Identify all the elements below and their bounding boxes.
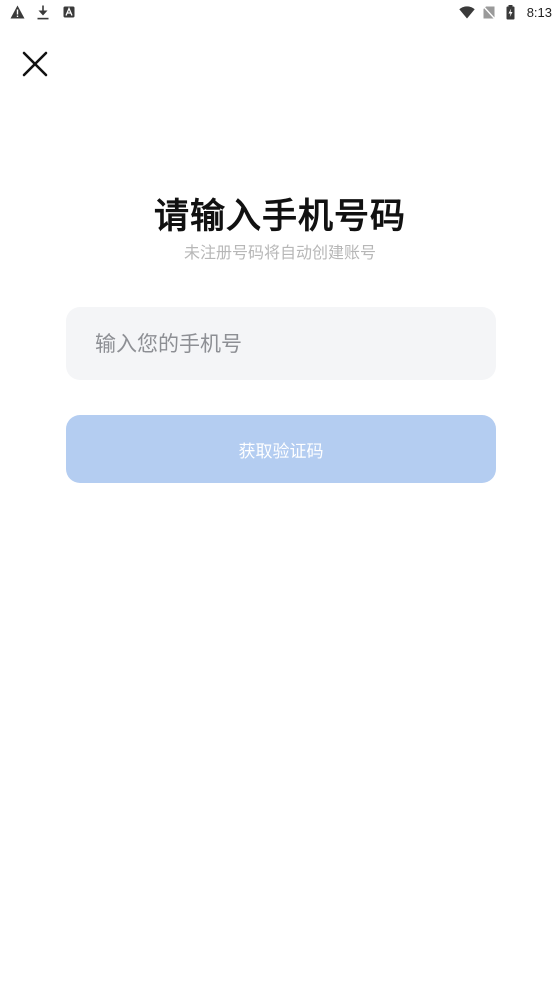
battery-charging-icon [503,4,519,20]
phone-field [66,307,496,380]
login-screen: 8:13 请输入手机号码 未注册号码将自动创建账号 获取验证码 [0,0,560,997]
warning-icon [9,4,25,20]
page-subtitle: 未注册号码将自动创建账号 [183,243,376,262]
status-time: 8:13 [526,4,552,20]
close-button[interactable] [18,47,52,81]
no-sim-icon [481,4,497,20]
status-bar-right: 8:13 [458,4,552,20]
app-notification-icon [61,4,77,20]
download-icon [35,4,51,20]
wifi-icon [458,4,475,20]
status-bar: 8:13 [0,0,560,24]
page-title: 请输入手机号码 [153,197,406,237]
status-bar-left [9,4,77,20]
close-icon [22,51,48,77]
phone-input[interactable] [95,307,496,380]
get-verification-code-button[interactable]: 获取验证码 [66,415,496,483]
